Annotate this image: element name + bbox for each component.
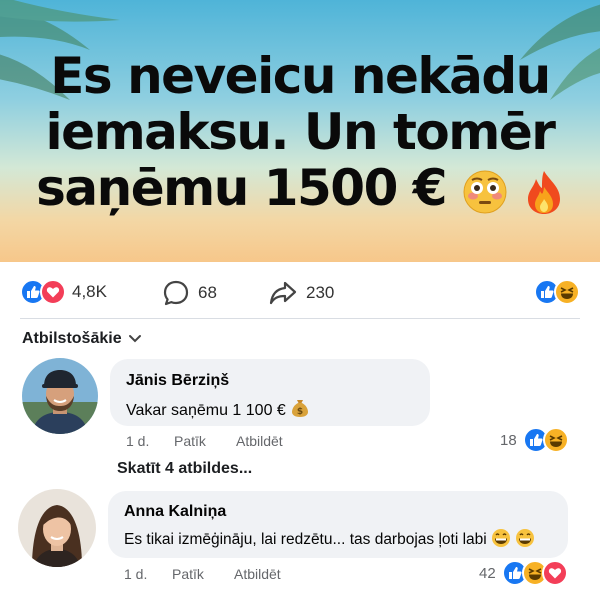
section-divider bbox=[20, 318, 580, 319]
reply-comment-button[interactable]: Atbildēt bbox=[234, 566, 281, 582]
chevron-down-icon bbox=[128, 335, 141, 343]
comment-text-body: Vakar saņēmu 1 100 € bbox=[126, 402, 286, 419]
comment-time[interactable]: 1 d. bbox=[124, 566, 172, 582]
reply-comment-button[interactable]: Atbildēt bbox=[236, 433, 283, 449]
post-image: Es neveicu nekādu iemaksu. Un tomēr saņē… bbox=[0, 0, 600, 262]
comment-reactions[interactable]: 18 bbox=[500, 427, 569, 453]
fire-emoji-icon bbox=[527, 170, 560, 214]
haha-reaction-icon bbox=[554, 279, 580, 305]
headline-line-3: saņēmu 1500 € bbox=[0, 160, 600, 216]
share-count: 230 bbox=[306, 283, 335, 302]
svg-text:$: $ bbox=[297, 407, 303, 417]
comments-count-button[interactable]: 68 bbox=[162, 279, 217, 307]
comment-reactions[interactable]: 42 bbox=[479, 560, 568, 586]
haha-reaction-icon bbox=[542, 427, 569, 453]
reaction-picker[interactable] bbox=[534, 279, 580, 305]
flushed-face-emoji-icon bbox=[463, 170, 507, 213]
comment-author[interactable]: Anna Kalniņa bbox=[124, 503, 226, 521]
headline-line-1: Es neveicu nekādu bbox=[50, 47, 551, 105]
sort-label: Atbilstošākie bbox=[22, 330, 122, 347]
reaction-count: 4,8K bbox=[72, 282, 107, 301]
view-replies-link[interactable]: Skatīt 4 atbildes... bbox=[117, 460, 252, 478]
man-avatar-photo bbox=[22, 358, 98, 434]
comment-bubble-icon bbox=[163, 280, 189, 306]
like-comment-button[interactable]: Patīk bbox=[172, 566, 234, 582]
comment-text-body: Es tikai izmēģināju, lai redzētu... tas … bbox=[124, 531, 487, 548]
post-headline: Es neveicu nekādu iemaksu. Un tomēr saņē… bbox=[0, 48, 600, 216]
avatar[interactable] bbox=[18, 489, 96, 567]
like-comment-button[interactable]: Patīk bbox=[174, 433, 236, 449]
headline-line-2: iemaksu. Un tomēr bbox=[45, 103, 556, 161]
grinning-face-emoji-icon bbox=[492, 529, 511, 547]
comment-text: Vakar saņēmu 1 100 € $ bbox=[126, 398, 310, 420]
love-reaction-icon bbox=[40, 279, 66, 305]
comment-count: 68 bbox=[198, 283, 217, 302]
post-stats-bar: 4,8K 68 230 bbox=[0, 270, 600, 316]
comment-actions: 1 d. Patīk Atbildēt bbox=[124, 566, 281, 582]
money-bag-emoji-icon: $ bbox=[292, 400, 309, 417]
comment-text: Es tikai izmēģināju, lai redzētu... tas … bbox=[124, 528, 535, 549]
shares-count-button[interactable]: 230 bbox=[268, 279, 334, 307]
woman-avatar-photo bbox=[18, 489, 96, 567]
comment-author[interactable]: Jānis Bērziņš bbox=[126, 372, 229, 390]
comment-reaction-count: 18 bbox=[500, 431, 517, 449]
grinning-face-emoji-icon bbox=[516, 529, 535, 547]
avatar[interactable] bbox=[22, 358, 98, 434]
comment-reaction-count: 42 bbox=[479, 564, 496, 582]
comment-time[interactable]: 1 d. bbox=[126, 433, 174, 449]
comment-sort-dropdown[interactable]: Atbilstošākie bbox=[22, 330, 142, 348]
love-reaction-icon bbox=[541, 560, 568, 586]
share-arrow-icon bbox=[269, 281, 297, 305]
headline-line-3-text: saņēmu 1500 € bbox=[36, 159, 447, 217]
comment-actions: 1 d. Patīk Atbildēt bbox=[126, 433, 283, 449]
reactions-summary[interactable]: 4,8K bbox=[20, 279, 107, 305]
